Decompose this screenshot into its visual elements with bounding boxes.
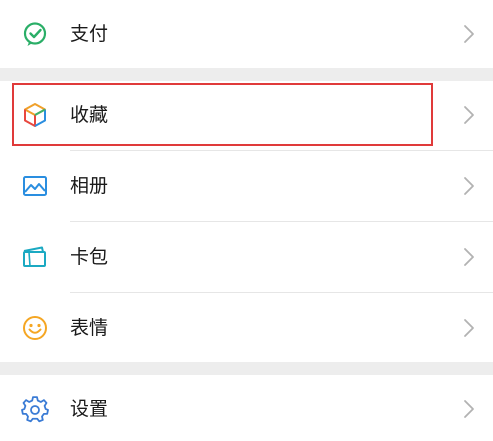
menu-item-cards[interactable]: 卡包 xyxy=(0,222,493,292)
menu-item-label: 表情 xyxy=(70,317,109,339)
card-wallet-icon xyxy=(21,243,49,271)
chevron-right-icon xyxy=(463,24,475,44)
wechat-pay-icon xyxy=(21,20,49,48)
section-gap xyxy=(0,362,493,375)
menu-item-label: 支付 xyxy=(70,23,109,45)
section-gap xyxy=(0,68,493,81)
menu-item-pay[interactable]: 支付 xyxy=(0,0,493,68)
menu-item-album[interactable]: 相册 xyxy=(0,151,493,221)
menu-item-label: 收藏 xyxy=(70,104,109,126)
menu-item-favorites[interactable]: 收藏 xyxy=(0,81,493,150)
image-album-icon xyxy=(21,172,49,200)
chevron-right-icon xyxy=(463,176,475,196)
cube-favorites-icon xyxy=(21,101,49,129)
chevron-right-icon xyxy=(463,399,475,419)
smiley-icon xyxy=(21,314,49,342)
menu-item-stickers[interactable]: 表情 xyxy=(0,293,493,362)
menu-item-label: 卡包 xyxy=(70,246,109,268)
menu-item-label: 设置 xyxy=(70,398,109,420)
menu-item-settings[interactable]: 设置 xyxy=(0,375,493,441)
chevron-right-icon xyxy=(463,247,475,267)
chevron-right-icon xyxy=(463,105,475,125)
menu-item-label: 相册 xyxy=(70,175,109,197)
gear-icon xyxy=(21,396,49,424)
chevron-right-icon xyxy=(463,318,475,338)
